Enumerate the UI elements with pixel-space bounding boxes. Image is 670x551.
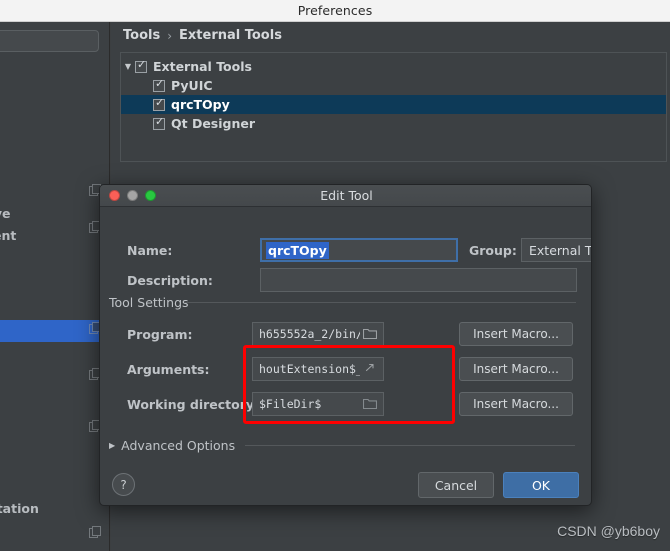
program-label: Program:: [127, 327, 193, 342]
sidebar-item-3[interactable]: works: [0, 250, 109, 265]
working-directory-label: Working directory:: [127, 397, 260, 412]
sidebar-search-input[interactable]: [0, 30, 99, 52]
tree-row[interactable]: PyUIC: [121, 76, 666, 95]
preferences-title: Preferences: [297, 3, 373, 18]
working-directory-input-value: $FileDir$: [259, 397, 322, 411]
settings-sidebar[interactable]: viorntitativeploymentworkscumentationToo…: [0, 22, 110, 551]
advanced-options-divider: [245, 445, 575, 446]
dialog-titlebar: Edit Tool: [100, 185, 591, 207]
breadcrumb: Tools › External Tools: [123, 28, 282, 43]
tree-checkbox[interactable]: [135, 59, 147, 73]
name-input[interactable]: qrcTOpy: [260, 238, 458, 262]
group-select-value: External Tools: [529, 242, 591, 258]
program-insert-macro-button[interactable]: Insert Macro...: [459, 322, 573, 346]
arguments-label: Arguments:: [127, 362, 210, 377]
tree-row-label: Qt Designer: [171, 116, 256, 131]
folder-icon[interactable]: [362, 327, 378, 342]
copy-icon[interactable]: [89, 526, 101, 538]
expand-icon[interactable]: [363, 362, 377, 377]
group-select[interactable]: External Tools ▼: [521, 238, 591, 262]
breadcrumb-separator-icon: ›: [167, 28, 173, 43]
arguments-insert-macro-button[interactable]: Insert Macro...: [459, 357, 573, 381]
arguments-input[interactable]: houtExtension$_rc.py: [252, 357, 384, 381]
description-label: Description:: [127, 273, 213, 288]
tree-row-label: PyUIC: [171, 78, 213, 93]
sidebar-item-1[interactable]: ntitative: [0, 206, 109, 221]
sidebar-item-4[interactable]: cumentation: [0, 501, 109, 516]
external-tools-tree[interactable]: ▼ External Tools PyUIC qrcTOpy Qt Designer: [120, 52, 667, 162]
tool-settings-divider: [184, 302, 576, 303]
advanced-options-label: Advanced Options: [121, 438, 236, 453]
tree-row-label: qrcTOpy: [171, 97, 230, 112]
breadcrumb-root[interactable]: Tools: [123, 28, 160, 43]
help-button[interactable]: ?: [112, 473, 135, 496]
tree-checkbox[interactable]: [153, 116, 165, 130]
cancel-button[interactable]: Cancel: [418, 472, 494, 498]
description-input[interactable]: [260, 268, 577, 292]
tree-checkbox[interactable]: [153, 97, 165, 111]
working-directory-insert-macro-button[interactable]: Insert Macro...: [459, 392, 573, 416]
program-input[interactable]: h655552a_2/bin/pyrcc5: [252, 322, 384, 346]
name-label: Name:: [127, 243, 173, 258]
watermark: CSDN @yb6boy: [557, 523, 660, 539]
ok-button[interactable]: OK: [503, 472, 579, 498]
chevron-down-icon[interactable]: ▼: [121, 62, 135, 71]
sidebar-item-label: ployment: [0, 228, 17, 243]
name-input-value: qrcTOpy: [266, 241, 329, 259]
program-input-value: h655552a_2/bin/pyrcc5: [259, 327, 360, 341]
sidebar-item-label: cumentation: [0, 501, 39, 516]
folder-icon[interactable]: [362, 397, 378, 412]
preferences-window: Preferences vior ntitative ployment works cu…: [0, 0, 670, 551]
tree-row-label: External Tools: [153, 59, 252, 74]
tree-row[interactable]: qrcTOpy: [121, 95, 666, 114]
tool-settings-section-label: Tool Settings: [109, 295, 189, 310]
advanced-options-toggle[interactable]: ▶ Advanced Options: [109, 438, 235, 453]
dialog-title: Edit Tool: [320, 188, 373, 203]
preferences-titlebar: Preferences: [0, 0, 670, 22]
group-label: Group:: [469, 243, 517, 258]
tree-checkbox[interactable]: [153, 78, 165, 92]
tree-row[interactable]: ▼ External Tools: [121, 57, 666, 76]
arguments-input-value: houtExtension$_rc.py: [259, 362, 360, 376]
sidebar-item-label: ntitative: [0, 206, 11, 221]
sidebar-item-0[interactable]: vior: [0, 68, 109, 83]
working-directory-input[interactable]: $FileDir$: [252, 392, 384, 416]
tree-row[interactable]: Qt Designer: [121, 114, 666, 133]
edit-tool-dialog: Edit Tool Name: qrcTOpy Group: External …: [99, 184, 592, 506]
chevron-right-icon: ▶: [109, 441, 116, 450]
breadcrumb-leaf: External Tools: [179, 28, 282, 43]
